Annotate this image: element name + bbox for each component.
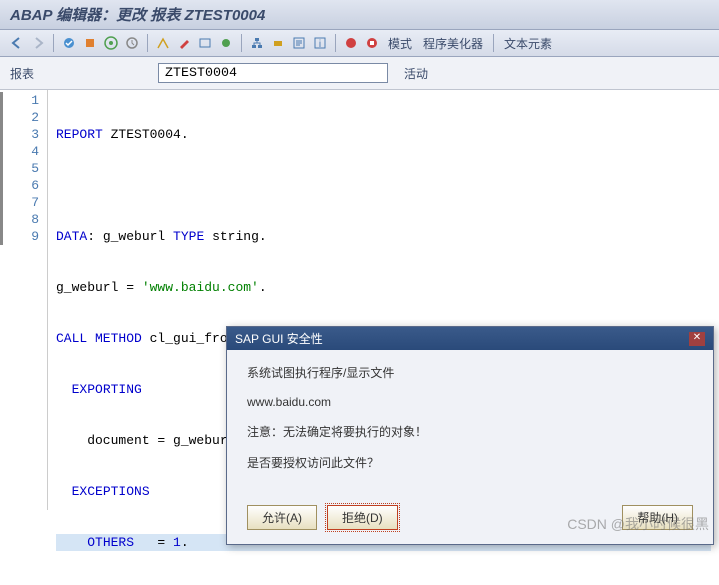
line-gutter: 123456789 — [0, 90, 48, 510]
allow-button[interactable]: 允许(A) — [247, 505, 317, 530]
dialog-body: 系统试图执行程序/显示文件 www.baidu.com 注意：无法确定将要执行的… — [227, 350, 713, 495]
beautify-button[interactable]: 程序美化器 — [419, 35, 487, 52]
separator — [335, 34, 336, 52]
mode-button[interactable]: 模式 — [384, 35, 416, 52]
activate-icon[interactable] — [81, 34, 99, 52]
dialog-line2: www.baidu.com — [247, 395, 693, 409]
check-icon[interactable] — [60, 34, 78, 52]
report-label: 报表 — [10, 65, 150, 82]
back-icon[interactable] — [8, 34, 26, 52]
separator — [147, 34, 148, 52]
text-elements-button[interactable]: 文本元素 — [500, 35, 556, 52]
separator — [241, 34, 242, 52]
dialog-title: SAP GUI 安全性 — [235, 330, 323, 347]
dialog-titlebar: SAP GUI 安全性 ✕ — [227, 327, 713, 350]
display-icon[interactable] — [154, 34, 172, 52]
hierarchy-icon[interactable] — [248, 34, 266, 52]
toolbar: i 模式 程序美化器 文本元素 — [0, 30, 719, 57]
execute-icon[interactable] — [102, 34, 120, 52]
help-icon[interactable]: i — [311, 34, 329, 52]
separator — [493, 34, 494, 52]
report-input[interactable] — [158, 63, 388, 83]
deny-button[interactable]: 拒绝(D) — [327, 505, 398, 530]
forward-icon[interactable] — [29, 34, 47, 52]
window-title: ABAP 编辑器：更改 报表 ZTEST0004 — [10, 7, 265, 24]
where-used-icon[interactable] — [123, 34, 141, 52]
field-row: 报表 活动 — [0, 57, 719, 90]
pretty-print-icon[interactable] — [290, 34, 308, 52]
dialog-line1: 系统试图执行程序/显示文件 — [247, 364, 693, 381]
watermark: CSDN @我小时候很黑 — [567, 514, 709, 534]
close-icon[interactable]: ✕ — [689, 332, 705, 346]
enhance-icon[interactable] — [217, 34, 235, 52]
security-dialog: SAP GUI 安全性 ✕ 系统试图执行程序/显示文件 www.baidu.co… — [226, 326, 714, 545]
edit-icon[interactable] — [175, 34, 193, 52]
svg-text:i: i — [319, 39, 321, 50]
status-label: 活动 — [404, 65, 428, 82]
dialog-line4: 是否要授权访问此文件？ — [247, 454, 693, 471]
dialog-line3: 注意：无法确定将要执行的对象！ — [247, 423, 693, 440]
breakpoint-icon[interactable] — [269, 34, 287, 52]
separator — [53, 34, 54, 52]
other-object-icon[interactable] — [196, 34, 214, 52]
title-bar: ABAP 编辑器：更改 报表 ZTEST0004 — [0, 0, 719, 30]
pattern-icon[interactable] — [363, 34, 381, 52]
stop-icon[interactable] — [342, 34, 360, 52]
